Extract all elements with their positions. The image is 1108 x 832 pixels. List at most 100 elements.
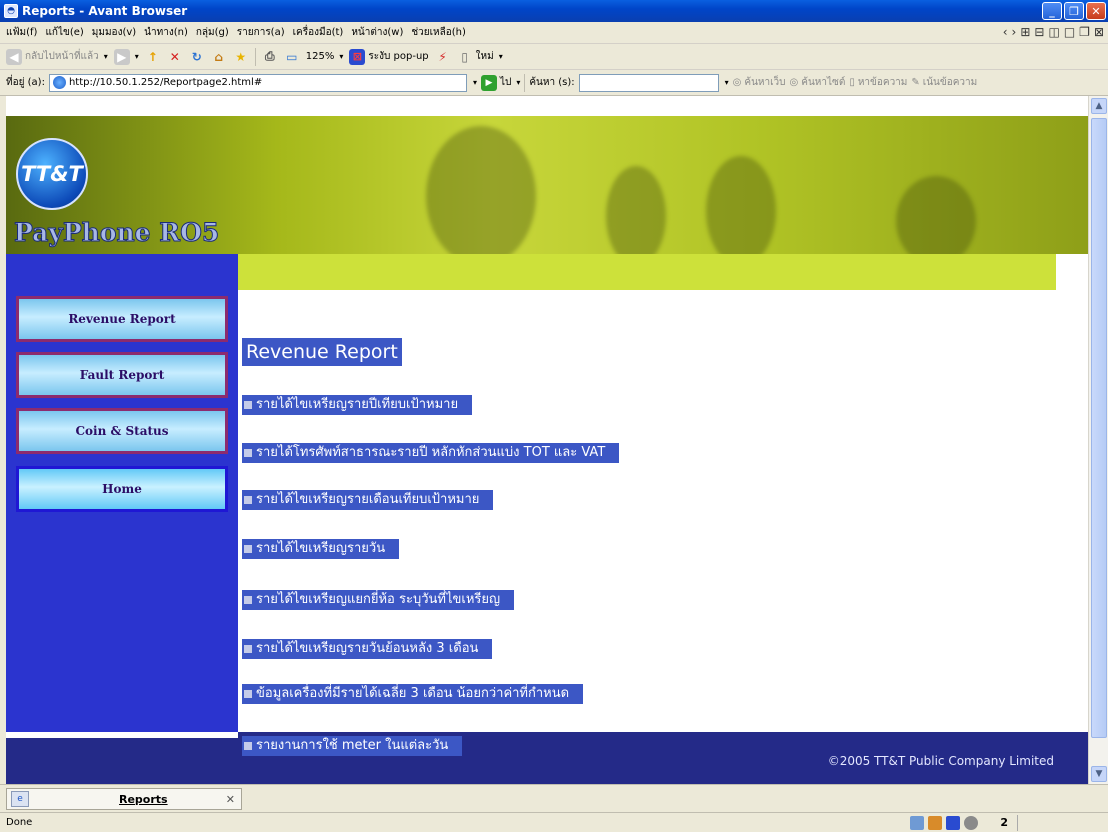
refresh-icon[interactable]: ↻ (189, 49, 205, 65)
banner-decoration (426, 126, 536, 254)
favorites-star-icon[interactable]: ★ (233, 49, 249, 65)
sidebar-item-revenue-report[interactable]: Revenue Report (16, 296, 228, 342)
chevron-down-icon[interactable]: ▾ (499, 52, 503, 61)
close-window-icon[interactable]: ⊠ (1094, 25, 1104, 39)
chevron-left-icon[interactable]: ‹ (1003, 25, 1008, 39)
scroll-thumb[interactable] (1091, 118, 1107, 738)
minimize-button[interactable]: _ (1042, 2, 1062, 20)
single-window-icon[interactable]: □ (1064, 25, 1075, 39)
sidebar-item-home[interactable]: Home (16, 466, 228, 512)
status-icons (910, 816, 978, 830)
tile-horizontal-icon[interactable]: ⊟ (1034, 25, 1044, 39)
find-icon: ▯ (849, 77, 855, 88)
find-text-label: หาข้อความ (857, 77, 908, 88)
new-page-button[interactable]: ▯ ใหม่ ▾ (457, 49, 503, 65)
home-icon[interactable]: ⌂ (211, 49, 227, 65)
search-site-button[interactable]: ◎ ค้นหาไซต์ (790, 75, 846, 90)
back-arrow-icon: ◀ (6, 48, 22, 65)
page-icon: e (11, 791, 29, 807)
report-link[interactable]: รายได้ไขเหรียญรายเดือนเทียบเป้าหมาย (242, 490, 494, 510)
search-icon: ◎ (789, 77, 799, 88)
flash-icon[interactable] (928, 816, 942, 830)
zoom-dropdown[interactable]: 125% ▾ (306, 51, 344, 62)
toolbar-separator (524, 73, 526, 92)
menu-tools[interactable]: เครื่องมือ(t) (293, 25, 344, 40)
menu-favorites[interactable]: รายการ(a) (237, 25, 285, 40)
chevron-down-icon: ▾ (516, 78, 521, 87)
header-accent-bar (238, 254, 1056, 290)
search-dropdown-icon[interactable]: ▾ (725, 78, 729, 87)
report-link[interactable]: รายได้ไขเหรียญรายวันย้อนหลัง 3 เดือน (242, 639, 493, 659)
tab-reports[interactable]: e Reports ✕ (6, 788, 242, 810)
flash-icon[interactable]: ⚡ (435, 49, 451, 65)
chevron-down-icon[interactable]: ▾ (135, 52, 139, 61)
report-link[interactable]: รายได้ไขเหรียญแยกยี่ห้อ ระบุวันที่ไขเหรี… (242, 590, 515, 610)
chevron-down-icon[interactable]: ▾ (104, 52, 108, 61)
address-dropdown-icon[interactable]: ▾ (473, 78, 477, 87)
security-icon[interactable] (910, 816, 924, 830)
connection-icon[interactable] (964, 816, 978, 830)
print-icon[interactable]: ⎙ (262, 49, 278, 65)
menu-edit[interactable]: แก้ไข(e) (45, 25, 83, 40)
bullet-icon (244, 449, 252, 457)
bullet-icon (244, 401, 252, 409)
page-top-margin (6, 96, 1088, 116)
sidebar-item-coin-status[interactable]: Coin & Status (16, 408, 228, 454)
report-link[interactable]: ข้อมูลเครื่องที่มีรายได้เฉลี่ย 3 เดือน น… (242, 684, 584, 704)
sidebar-item-fault-report[interactable]: Fault Report (16, 352, 228, 398)
highlight-button[interactable]: ✎ เน้นข้อความ (911, 75, 977, 90)
bullet-icon (244, 545, 252, 553)
vertical-scrollbar[interactable]: ▲ ▼ (1088, 96, 1108, 784)
menu-group[interactable]: กลุ่ม(g) (196, 25, 229, 40)
report-link-label: รายงานการใช้ meter ในแต่ละวัน (256, 738, 449, 753)
menu-navigate[interactable]: นำทาง(n) (144, 25, 188, 40)
search-input[interactable] (578, 73, 719, 92)
banner-decoration (896, 176, 976, 254)
status-divider (1017, 815, 1018, 831)
address-url: http://10.50.1.252/Reportpage2.html# (68, 77, 263, 88)
report-link[interactable]: รายได้โทรศัพท์สาธารณะรายปี หลักหักส่วนแบ… (242, 443, 620, 463)
menu-help[interactable]: ช่วยเหลือ(h) (411, 25, 466, 40)
scroll-up-icon[interactable]: ▲ (1091, 98, 1107, 114)
browser-window-icon[interactable]: ◓ (4, 4, 18, 18)
bullet-icon (244, 496, 252, 504)
menu-bar: แฟ้ม(f) แก้ไข(e) มุมมอง(v) นำทาง(n) กลุ่… (0, 22, 1108, 44)
back-button[interactable]: ◀ กลับไปหน้าที่แล้ว ▾ (6, 48, 108, 65)
report-link[interactable]: รายได้ไขเหรียญรายวัน (242, 539, 400, 559)
forward-button[interactable]: ▶ ▾ (113, 48, 139, 65)
tile-icon[interactable]: ⊞ (1020, 25, 1030, 39)
address-bar: ที่อยู่ (a): http://10.50.1.252/Reportpa… (0, 70, 1108, 96)
scroll-down-icon[interactable]: ▼ (1091, 766, 1107, 782)
popup-blocker-button[interactable]: ⊠ ระงับ pop-up (349, 48, 429, 65)
toolbar-separator (254, 47, 256, 66)
search-web-label: ค้นหาเว็บ (744, 77, 786, 88)
popup-block-icon[interactable] (946, 816, 960, 830)
report-link-label: รายได้ไขเหรียญรายเดือนเทียบเป้าหมาย (256, 492, 480, 507)
blocked-popup-count: 2 (1000, 816, 1008, 829)
tile-vertical-icon[interactable]: ◫ (1048, 25, 1059, 39)
banner-decoration (606, 166, 666, 254)
window-title: Reports - Avant Browser (22, 4, 188, 18)
maximize-button[interactable]: ❐ (1064, 2, 1084, 20)
stop-icon[interactable]: ✕ (167, 49, 183, 65)
report-link-label: รายได้ไขเหรียญแยกยี่ห้อ ระบุวันที่ไขเหรี… (256, 592, 501, 607)
menu-file[interactable]: แฟ้ม(f) (6, 25, 37, 40)
close-button[interactable]: ✕ (1086, 2, 1106, 20)
find-text-button[interactable]: ▯ หาข้อความ (849, 75, 907, 90)
highlight-label: เน้นข้อความ (922, 77, 978, 88)
up-folder-icon[interactable]: ↑ (145, 49, 161, 65)
report-link[interactable]: รายได้ไขเหรียญรายปีเทียบเป้าหมาย (242, 395, 473, 415)
report-link[interactable]: รายงานการใช้ meter ในแต่ละวัน (242, 736, 463, 756)
bullet-icon (244, 690, 252, 698)
search-web-button[interactable]: ◎ ค้นหาเว็บ (733, 75, 786, 90)
address-input[interactable]: http://10.50.1.252/Reportpage2.html# (48, 73, 467, 92)
new-page-icon: ▯ (461, 49, 468, 64)
menu-view[interactable]: มุมมอง(v) (92, 25, 136, 40)
chevron-right-icon[interactable]: › (1012, 25, 1017, 39)
close-icon[interactable]: ✕ (226, 793, 235, 806)
go-button[interactable]: ▶ ไป ▾ (480, 74, 521, 91)
menu-window[interactable]: หน้าต่าง(w) (351, 25, 403, 40)
banner-decoration (706, 156, 776, 254)
restore-window-icon[interactable]: ❐ (1079, 25, 1090, 39)
screen-icon[interactable]: ▭ (284, 49, 300, 65)
